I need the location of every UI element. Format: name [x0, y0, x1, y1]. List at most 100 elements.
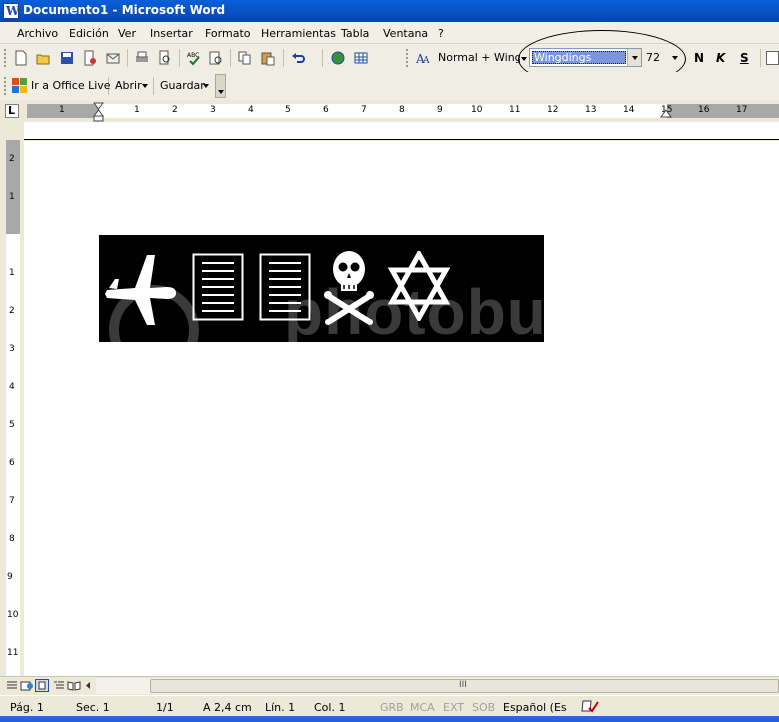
toolbar-grip[interactable] [4, 49, 7, 67]
ruler-number: 2 [9, 306, 15, 316]
ruler-right-margin [667, 104, 779, 118]
menu-ver[interactable]: Ver [118, 27, 136, 40]
tab-selector[interactable]: L [5, 104, 19, 118]
status-language[interactable]: Español (Es [503, 701, 567, 714]
chevron-down-icon[interactable] [142, 84, 148, 88]
right-indent-marker[interactable] [660, 108, 672, 118]
menu-archivo[interactable]: Archivo [17, 27, 58, 40]
separator [230, 49, 231, 67]
document-page[interactable]: photobu [24, 141, 779, 676]
toolbar-grip[interactable] [406, 49, 409, 67]
ruler-number: 7 [9, 496, 15, 506]
spelling-icon[interactable]: ABC [185, 49, 203, 67]
status-line: Lín. 1 [265, 701, 296, 714]
separator [322, 49, 323, 67]
save-icon[interactable] [58, 49, 76, 67]
ruler-number: 12 [547, 105, 559, 115]
ruler-number: 3 [9, 344, 15, 354]
indent-marker[interactable] [93, 102, 105, 122]
ruler-number: 6 [323, 105, 329, 115]
toolbar-options-button[interactable] [215, 74, 226, 98]
open-menu-button[interactable]: Abrir [115, 79, 142, 92]
word-app-icon[interactable]: W [3, 3, 19, 19]
ruler-number: 8 [399, 105, 405, 115]
office-live-button[interactable]: Ir a Office Live [31, 79, 111, 92]
menu-herramientas[interactable]: Herramientas [261, 27, 336, 40]
print-preview-icon[interactable] [156, 49, 174, 67]
status-position: A 2,4 cm [203, 701, 252, 714]
vertical-ruler[interactable]: 2 1 1 2 3 4 5 6 7 8 9 10 11 [6, 140, 20, 676]
status-record[interactable]: GRB [380, 701, 404, 714]
spelling-status-icon[interactable] [581, 699, 599, 713]
new-document-icon[interactable] [12, 49, 30, 67]
separator [179, 49, 180, 67]
menu-formato[interactable]: Formato [205, 27, 251, 40]
document-icon [192, 253, 244, 321]
ruler-number: 1 [9, 268, 15, 278]
reading-view-icon[interactable] [67, 679, 81, 692]
web-view-icon[interactable] [20, 679, 34, 692]
menu-insertar[interactable]: Insertar [150, 27, 193, 40]
document-icon [259, 253, 311, 321]
ruler-number: 10 [471, 105, 483, 115]
menu-tabla[interactable]: Tabla [341, 27, 369, 40]
status-page: Pág. 1 [10, 701, 44, 714]
menu-ventana[interactable]: Ventana [383, 27, 428, 40]
ruler-number: 2 [9, 154, 15, 164]
menu-help[interactable]: ? [438, 27, 444, 40]
italic-button[interactable]: K [716, 51, 725, 65]
ruler-number: 5 [9, 420, 15, 430]
paste-icon[interactable] [259, 49, 277, 67]
bold-button[interactable]: N [694, 51, 704, 65]
separator [153, 77, 154, 95]
ruler-number: 17 [736, 105, 748, 115]
status-overtype[interactable]: SOB [472, 701, 495, 714]
ruler-number: 13 [585, 105, 597, 115]
ruler-number: 8 [9, 534, 15, 544]
table-icon[interactable] [352, 49, 370, 67]
copy-icon[interactable] [236, 49, 254, 67]
status-section: Sec. 1 [76, 701, 110, 714]
title-bar: W Documento1 - Microsoft Word [0, 0, 779, 22]
ruler-number: 2 [172, 105, 178, 115]
windows-taskbar [0, 716, 779, 722]
ruler-number: 3 [210, 105, 216, 115]
print-icon[interactable] [133, 49, 151, 67]
undo-icon[interactable] [289, 49, 307, 67]
ruler-number: 7 [361, 105, 367, 115]
underline-button[interactable]: S [740, 51, 749, 65]
status-track-changes[interactable]: MCA [410, 701, 435, 714]
pasted-image[interactable]: photobu [99, 235, 544, 342]
normal-view-icon[interactable] [5, 679, 19, 692]
style-select[interactable]: Normal + Wingdings [433, 49, 527, 67]
permission-icon[interactable] [81, 49, 99, 67]
align-left-icon[interactable] [766, 51, 779, 65]
menu-edicion[interactable]: Edición [69, 27, 109, 40]
ruler-number: 11 [7, 648, 19, 658]
print-layout-view-icon[interactable] [35, 679, 49, 692]
ruler-number: 5 [285, 105, 291, 115]
research-icon[interactable] [207, 49, 225, 67]
status-extend[interactable]: EXT [443, 701, 464, 714]
save-menu-button[interactable]: Guardar [160, 79, 205, 92]
toolbar-grip[interactable] [4, 77, 7, 95]
ruler-number: 14 [623, 105, 635, 115]
ruler-number: 1 [9, 192, 15, 202]
chevron-down-icon[interactable] [203, 84, 209, 88]
globe-icon[interactable] [329, 49, 347, 67]
styles-icon[interactable]: AA [414, 49, 432, 67]
horizontal-scroll-thumb[interactable]: III [150, 679, 779, 693]
ruler-number: 1 [134, 105, 140, 115]
status-bar: Pág. 1 Sec. 1 1/1 A 2,4 cm Lín. 1 Col. 1… [0, 695, 779, 716]
outline-view-icon[interactable] [52, 679, 66, 692]
ruler-number: 4 [9, 382, 15, 392]
email-icon[interactable] [104, 49, 122, 67]
ruler-number: 9 [437, 105, 443, 115]
open-folder-icon[interactable] [34, 49, 52, 67]
separator [127, 49, 128, 67]
ruler-number: 6 [9, 458, 15, 468]
ruler-number: 10 [7, 610, 19, 620]
office-live-icon [12, 78, 28, 94]
scroll-left-icon[interactable] [83, 679, 97, 692]
status-pages: 1/1 [156, 701, 174, 714]
